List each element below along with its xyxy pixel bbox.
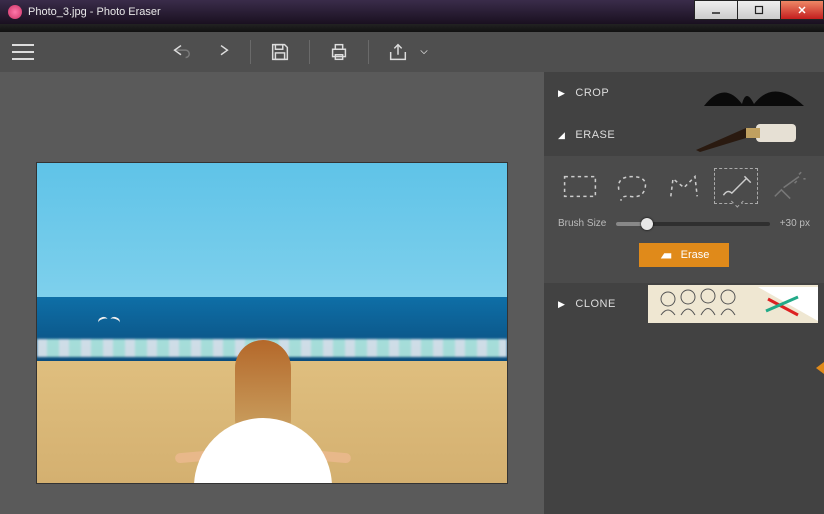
clone-decoration xyxy=(648,285,818,323)
panel-clone-label: CLONE xyxy=(575,298,615,310)
panel-crop-header[interactable]: ▶ CROP xyxy=(544,72,824,114)
erase-button[interactable]: Erase xyxy=(639,243,730,267)
save-button[interactable] xyxy=(269,41,291,63)
brush-size-slider[interactable] xyxy=(616,222,769,226)
toolbar xyxy=(0,32,824,72)
panel-erase-body: Brush Size +30 px Erase xyxy=(544,156,824,283)
erase-button-label: Erase xyxy=(681,249,710,261)
window-title: Photo_3.jpg - Photo Eraser xyxy=(28,6,695,18)
brush-size-label: Brush Size xyxy=(558,218,606,229)
brush-size-value: +30 px xyxy=(780,218,810,229)
close-button[interactable] xyxy=(780,0,824,20)
image-canvas[interactable] xyxy=(37,163,507,483)
share-dropdown-icon[interactable] xyxy=(413,41,435,63)
share-button[interactable] xyxy=(387,41,409,63)
separator xyxy=(250,40,251,64)
polygon-lasso-tool[interactable] xyxy=(662,168,706,204)
panel-erase-header[interactable]: ◢ ERASE xyxy=(544,114,824,156)
magic-eraser-tool[interactable] xyxy=(766,168,810,204)
separator xyxy=(368,40,369,64)
canvas-area xyxy=(0,72,544,514)
print-button[interactable] xyxy=(328,41,350,63)
app-icon xyxy=(8,5,22,19)
maximize-button[interactable] xyxy=(737,0,781,20)
chevron-right-icon: ▶ xyxy=(558,299,565,310)
chevron-down-icon: ◢ xyxy=(558,130,565,141)
panel-clone-header[interactable]: ▶ CLONE xyxy=(544,283,824,325)
collapse-panel-arrow[interactable] xyxy=(816,362,824,374)
chevron-right-icon: ▶ xyxy=(558,88,565,99)
titlebar: Photo_3.jpg - Photo Eraser xyxy=(0,0,824,24)
erase-decoration xyxy=(676,116,816,154)
undo-button[interactable] xyxy=(170,41,192,63)
panel-erase-label: ERASE xyxy=(575,129,615,141)
minimize-button[interactable] xyxy=(694,0,738,20)
panel-crop-label: CROP xyxy=(575,87,609,99)
photo-subject-person xyxy=(235,340,291,432)
window-frame-gap xyxy=(0,24,824,32)
crop-decoration xyxy=(694,78,814,108)
separator xyxy=(309,40,310,64)
photo-subject-bird xyxy=(98,317,120,327)
redo-button[interactable] xyxy=(210,41,232,63)
menu-button[interactable] xyxy=(12,44,34,60)
brush-tool[interactable] xyxy=(714,168,758,204)
side-panel: ▶ CROP ◢ ERASE xyxy=(544,72,824,514)
lasso-tool[interactable] xyxy=(610,168,654,204)
rect-select-tool[interactable] xyxy=(558,168,602,204)
